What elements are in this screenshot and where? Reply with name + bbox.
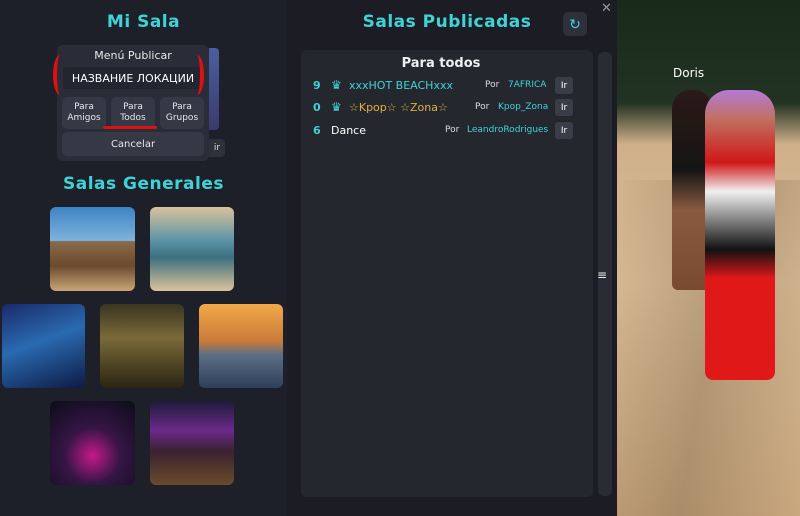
salas-generales-title: Salas Generales (63, 174, 224, 194)
room-owner: LeandroRodrigues (467, 125, 549, 135)
salas-publicadas-title: Salas Publicadas (362, 12, 532, 32)
publish-everyone-button[interactable]: Para Todos (111, 97, 155, 129)
room-por-label: Por (485, 80, 500, 90)
room-name: xxxHOT BEACHxxx (349, 79, 453, 92)
room-user-count: 6 (313, 124, 321, 137)
room-row[interactable]: 0 ♛ ☆Kpop☆ ☆Zona☆ Por Kpop_Zona Ir (301, 99, 581, 117)
room-thumbnail-western-town[interactable] (50, 207, 135, 291)
mi-sala-title: Mi Sala (106, 12, 181, 32)
room-name: ☆Kpop☆ ☆Zona☆ (349, 101, 448, 114)
publish-everyone-label-1: Para (123, 102, 143, 112)
red-annotation-bracket-left (53, 55, 67, 95)
close-icon[interactable]: ✕ (601, 1, 612, 16)
go-to-room-button[interactable]: Ir (555, 122, 573, 139)
room-thumbnail-beach[interactable] (150, 207, 234, 291)
publish-friends-label-1: Para (74, 102, 94, 112)
room-owner: Kpop_Zona (498, 102, 549, 112)
publish-friends-label-2: Amigos (67, 113, 101, 123)
publish-groups-button[interactable]: Para Grupos (160, 97, 204, 129)
room-user-count: 0 (313, 101, 321, 114)
publish-groups-label-2: Grupos (165, 113, 199, 123)
room-row[interactable]: 6 Dance Por LeandroRodrigues Ir (301, 122, 581, 140)
refresh-icon: ↻ (569, 15, 581, 32)
publish-friends-button[interactable]: Para Amigos (62, 97, 106, 129)
room-thumbnail-bar[interactable] (100, 304, 184, 388)
panel-handle-icon[interactable]: ≡ (597, 268, 607, 282)
room-thumbnail-nightclub[interactable] (2, 304, 85, 388)
avatar-player[interactable] (705, 90, 775, 380)
room-por-label: Por (445, 125, 460, 135)
room-name-input[interactable] (63, 67, 203, 89)
room-por-label: Por (475, 102, 490, 112)
crown-icon: ♛ (331, 100, 342, 114)
refresh-button[interactable]: ↻ (563, 12, 587, 36)
publish-menu-popup: Menú Publicar Para Amigos Para Todos Par… (57, 45, 209, 161)
room-thumbnail-lounge[interactable] (150, 401, 234, 485)
room-preview-thumbnail[interactable] (209, 48, 219, 130)
partial-ir-button[interactable]: ir (209, 139, 225, 157)
publish-groups-label-1: Para (172, 102, 192, 112)
room-thumbnail-disco[interactable] (50, 401, 135, 485)
room-row[interactable]: 9 ♛ xxxHOT BEACHxxx Por 7AFRICA Ir (301, 77, 581, 95)
room-thumbnail-yacht[interactable] (199, 304, 283, 388)
room-user-count: 9 (313, 79, 321, 92)
mi-sala-panel: Mi Sala ir Menú Publicar Para Amigos Par… (0, 0, 287, 516)
player-name-tag: Doris (673, 66, 705, 80)
list-header: Para todos (401, 56, 481, 71)
crown-icon: ♛ (331, 78, 342, 92)
game-scene[interactable]: Doris (617, 0, 800, 516)
room-name: Dance (331, 124, 366, 137)
go-to-room-button[interactable]: Ir (555, 77, 573, 94)
room-owner: 7AFRICA (508, 80, 547, 90)
published-rooms-list: Para todos (301, 50, 593, 497)
red-annotation-underline (103, 126, 157, 129)
red-annotation-bracket-right (190, 55, 204, 95)
salas-publicadas-panel: Salas Publicadas ↻ ✕ Para todos 9 ♛ xxxH… (287, 0, 617, 516)
cancel-button[interactable]: Cancelar (62, 132, 204, 156)
go-to-room-button[interactable]: Ir (555, 99, 573, 116)
publish-menu-title: Menú Publicar (94, 49, 172, 62)
publish-everyone-label-2: Todos (120, 113, 146, 123)
